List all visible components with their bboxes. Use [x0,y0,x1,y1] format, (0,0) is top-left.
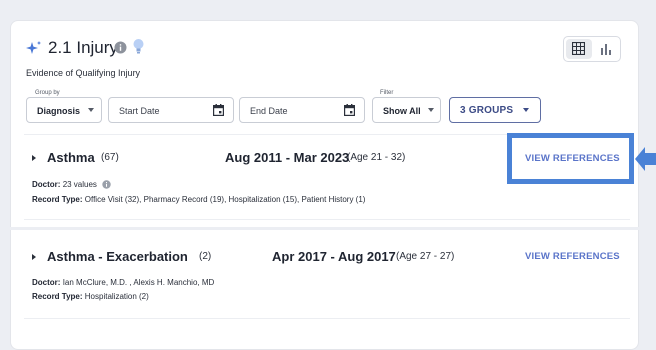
grid-view-button[interactable] [566,39,592,59]
groups-button-label: 3 GROUPS [460,105,514,116]
record-type-label: Record Type: [32,292,83,301]
calendar-icon[interactable] [344,104,355,116]
chevron-down-icon [88,108,94,112]
record-type-label: Record Type: [32,195,83,204]
expand-caret-icon[interactable] [32,155,36,161]
pointer-arrow-icon [635,147,656,171]
info-icon[interactable] [114,41,127,54]
page-subtitle: Evidence of Qualifying Injury [26,68,141,78]
group-by-label: Group by [33,90,62,96]
group-by-value: Diagnosis [37,106,81,116]
record-name[interactable]: Asthma [47,150,95,165]
view-toggle [563,36,621,62]
end-date-placeholder: End Date [250,106,288,116]
chevron-down-icon [523,108,529,112]
doctor-value: Ian McClure, M.D. , Alexis H. Manchio, M… [62,278,215,287]
divider [24,219,630,220]
doctor-value: 23 values [62,180,97,189]
start-date-input[interactable]: Start Date [108,97,234,123]
filter-value: Show All [383,106,421,116]
record-age-range: (Age 27 - 27) [396,251,455,262]
page-title: 2.1 Injury [48,38,118,57]
record-type: Record Type: Hospitalization (2) [32,292,149,301]
record-doctor: Doctor: Ian McClure, M.D. , Alexis H. Ma… [32,278,214,287]
record-type: Record Type: Office Visit (32), Pharmacy… [32,195,365,204]
record-count: (2) [199,251,212,262]
chart-view-button[interactable] [597,40,617,60]
grid-icon [572,42,585,55]
section-divider [10,227,639,230]
bar-chart-icon [601,44,611,55]
group-by-select[interactable]: Diagnosis [26,97,102,123]
start-date-placeholder: Start Date [119,106,160,116]
divider [24,318,630,319]
calendar-icon[interactable] [213,104,224,116]
record-type-value: Hospitalization (2) [84,292,149,301]
filter-select[interactable]: Show All [372,97,441,123]
doctor-label: Doctor: [32,180,61,189]
doctor-label: Doctor: [32,278,61,287]
record-doctor: Doctor: 23 values [32,180,111,190]
info-icon[interactable] [102,180,111,190]
end-date-input[interactable]: End Date [239,97,365,123]
record-count: (67) [101,152,119,163]
record-name[interactable]: Asthma - Exacerbation [47,249,188,264]
chevron-down-icon [428,108,434,112]
groups-dropdown-button[interactable]: 3 GROUPS [449,97,541,123]
lightbulb-icon[interactable] [132,38,145,55]
view-references-link[interactable]: VIEW REFERENCES [525,251,620,262]
highlight-box [507,133,634,184]
record-type-value: Office Visit (32), Pharmacy Record (19),… [84,195,366,204]
expand-caret-icon[interactable] [32,254,36,260]
record-date-range: Apr 2017 - Aug 2017 [272,249,396,264]
record-age-range: (Age 21 - 32) [347,152,406,163]
filter-label: Filter [378,90,396,96]
record-date-range: Aug 2011 - Mar 2023 [225,150,350,165]
sparkle-icon [26,41,41,54]
